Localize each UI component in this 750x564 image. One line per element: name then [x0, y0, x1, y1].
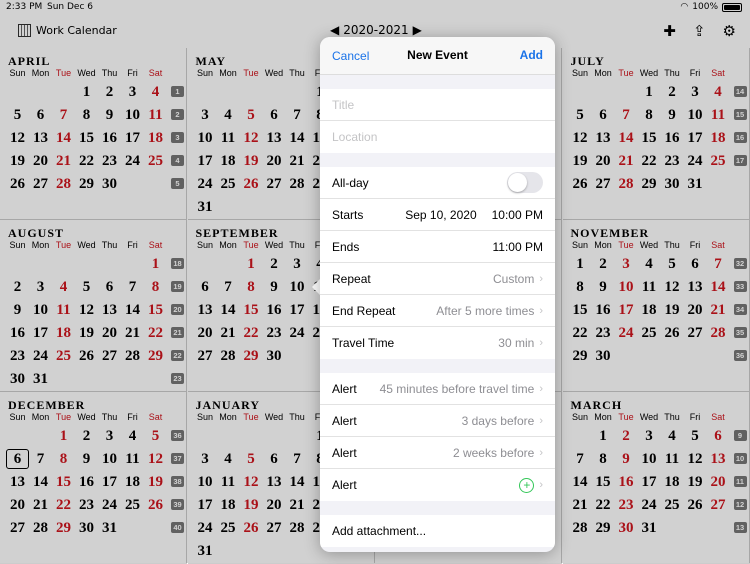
alert-value: 3 days before [461, 413, 535, 428]
popover-header: Cancel New Event Add [320, 37, 555, 75]
chevron-right-icon: › [539, 414, 543, 427]
end-repeat-label: End Repeat [332, 303, 396, 318]
alert-label: Alert [332, 445, 357, 460]
repeat-value: Custom [492, 271, 535, 286]
alert-value-wrap: 45 minutes before travel time › [380, 382, 543, 396]
travel-time-value-wrap: 30 min › [498, 336, 543, 350]
alert-value: 2 weeks before [452, 445, 535, 460]
location-placeholder: Location [332, 130, 378, 144]
title-field[interactable]: Title [320, 89, 555, 121]
start-time: 10:00 PM [491, 207, 543, 222]
chevron-right-icon: › [539, 337, 543, 349]
alert-label: Alert [332, 381, 357, 396]
repeat-row[interactable]: Repeat Custom › [320, 263, 555, 295]
all-day-row: All-day [320, 167, 555, 199]
alert-value-wrap: 3 days before › [462, 414, 543, 428]
travel-time-value: 30 min [498, 336, 535, 350]
ends-label: Ends [332, 239, 360, 254]
starts-value: Sep 10, 2020 10:00 PM [405, 208, 543, 222]
all-day-toggle[interactable] [507, 172, 543, 193]
alerts-section: Alert 45 minutes before travel time › Aler… [320, 373, 555, 501]
alert-row[interactable]: Alert 3 days before › [320, 405, 555, 437]
end-repeat-row[interactable]: End Repeat After 5 more times › [320, 295, 555, 327]
chevron-right-icon: › [539, 304, 543, 317]
attachment-section: Add attachment... [320, 515, 555, 547]
alert-row[interactable]: Alert 2 weeks before › [320, 437, 555, 469]
end-time: 11:00 PM [492, 239, 543, 254]
add-attachment-row[interactable]: Add attachment... [320, 515, 555, 547]
title-placeholder: Title [332, 97, 355, 112]
start-date: Sep 10, 2020 [405, 207, 477, 222]
title-location-section: Title Location [320, 89, 555, 153]
repeat-label: Repeat [332, 271, 371, 286]
repeat-value-wrap: Custom › [493, 272, 543, 286]
time-section: All-day Starts Sep 10, 2020 10:00 PM Ends 1… [320, 167, 555, 359]
new-event-popover: Cancel New Event Add Title Location All-… [320, 37, 555, 552]
add-attachment-label: Add attachment... [332, 524, 427, 538]
alert-row[interactable]: Alert + › [320, 469, 555, 501]
alert-row[interactable]: Alert 45 minutes before travel time › [320, 373, 555, 405]
chevron-right-icon: › [539, 382, 543, 395]
alert-add-wrap: + › [519, 477, 543, 493]
alert-label: Alert [332, 478, 357, 492]
travel-time-label: Travel Time [332, 336, 395, 350]
all-day-label: All-day [332, 175, 369, 190]
starts-row[interactable]: Starts Sep 10, 2020 10:00 PM [320, 199, 555, 231]
alert-label: Alert [332, 413, 357, 428]
chevron-right-icon: › [539, 479, 543, 491]
end-repeat-value-wrap: After 5 more times › [436, 304, 543, 318]
ends-row[interactable]: Ends 11:00 PM [320, 231, 555, 263]
add-alert-icon[interactable]: + [519, 477, 535, 493]
alert-value-wrap: 2 weeks before › [453, 446, 543, 460]
end-repeat-value: After 5 more times [436, 303, 535, 318]
alert-value: 45 minutes before travel time [379, 381, 535, 396]
starts-label: Starts [332, 207, 364, 222]
chevron-right-icon: › [539, 446, 543, 459]
travel-time-row[interactable]: Travel Time 30 min › [320, 327, 555, 359]
location-field[interactable]: Location [320, 121, 555, 153]
chevron-right-icon: › [539, 272, 543, 285]
add-button[interactable]: Add [520, 48, 543, 62]
